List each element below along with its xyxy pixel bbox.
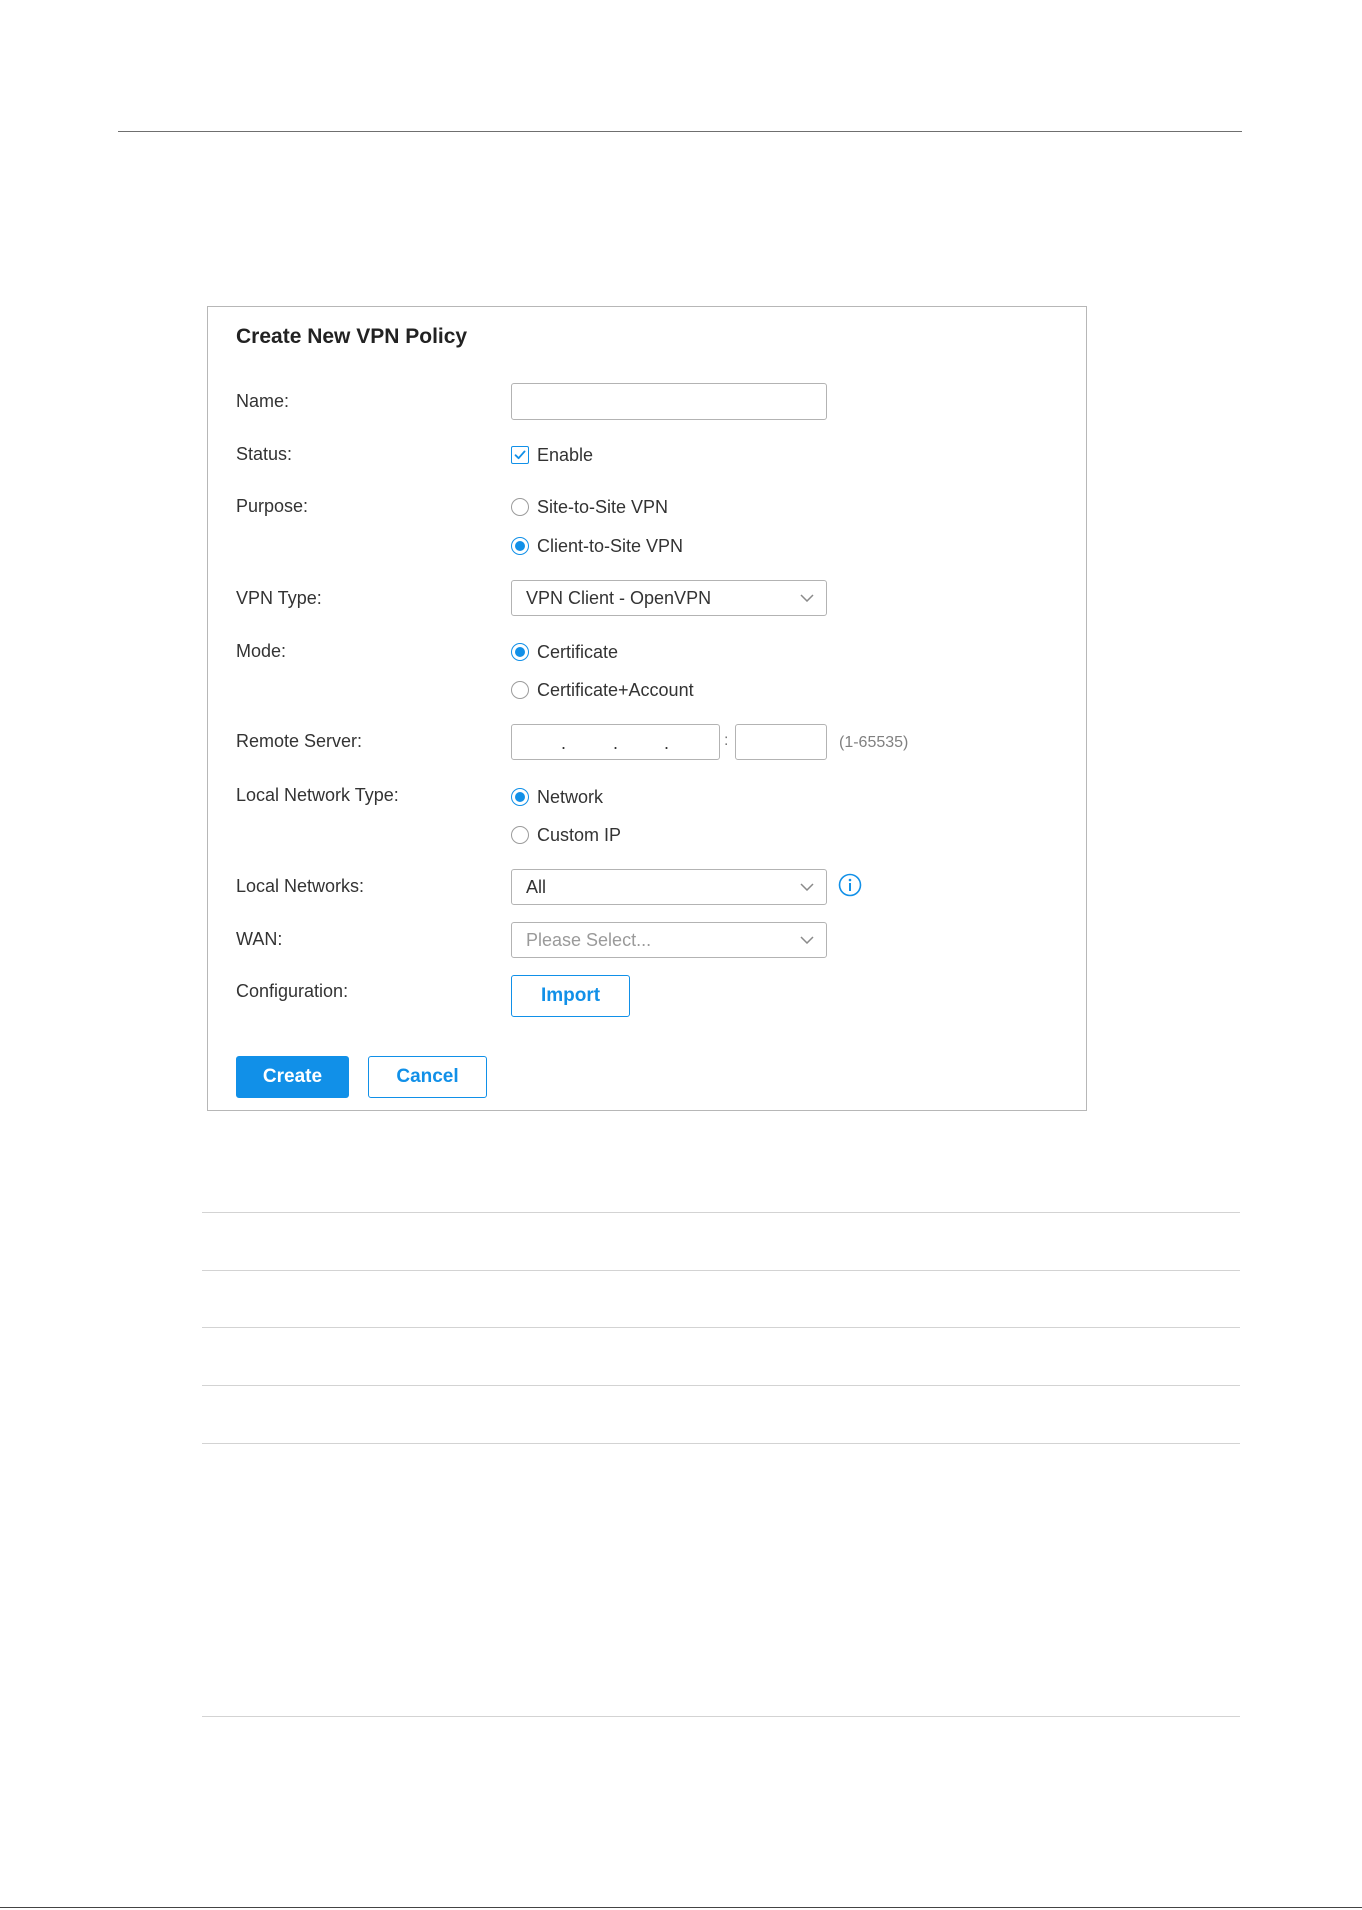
cancel-button[interactable]: Cancel bbox=[368, 1056, 487, 1098]
table-divider bbox=[202, 1385, 1240, 1386]
wan-placeholder: Please Select... bbox=[526, 930, 652, 950]
site-to-site-radio[interactable] bbox=[511, 498, 529, 516]
certificate-account-label: Certificate+Account bbox=[537, 679, 694, 700]
mode-certificate-option[interactable]: Certificate bbox=[511, 641, 618, 663]
purpose-client-to-site-option[interactable]: Client-to-Site VPN bbox=[511, 535, 683, 557]
chevron-down-icon bbox=[800, 936, 814, 944]
ip-separator: . bbox=[561, 733, 567, 753]
import-button[interactable]: Import bbox=[511, 975, 630, 1017]
port-separator: : bbox=[724, 732, 729, 749]
status-label: Status: bbox=[236, 444, 293, 464]
vpn-type-value: VPN Client - OpenVPN bbox=[526, 588, 712, 608]
dialog-title: Create New VPN Policy bbox=[236, 325, 468, 348]
vpn-type-select[interactable]: VPN Client - OpenVPN bbox=[511, 580, 827, 616]
purpose-label: Purpose: bbox=[236, 496, 309, 516]
table-divider bbox=[202, 1443, 1240, 1444]
top-divider bbox=[118, 131, 1242, 132]
network-label: Network bbox=[537, 786, 604, 807]
remote-server-label: Remote Server: bbox=[236, 731, 363, 751]
local-networks-select[interactable]: All bbox=[511, 869, 827, 905]
wan-label: WAN: bbox=[236, 929, 283, 949]
ip-separator: . bbox=[664, 733, 670, 753]
port-range-hint: (1-65535) bbox=[839, 734, 909, 751]
custom-ip-label: Custom IP bbox=[537, 824, 622, 845]
mode-certificate-account-option[interactable]: Certificate+Account bbox=[511, 679, 694, 701]
name-label: Name: bbox=[236, 391, 290, 411]
remote-server-ip-input[interactable]: . . . bbox=[511, 724, 720, 760]
check-icon bbox=[514, 450, 526, 460]
custom-ip-radio[interactable] bbox=[511, 826, 529, 844]
enable-label: Enable bbox=[537, 444, 594, 465]
wan-select[interactable]: Please Select... bbox=[511, 922, 827, 958]
purpose-site-to-site-option[interactable]: Site-to-Site VPN bbox=[511, 496, 668, 518]
table-divider bbox=[202, 1716, 1240, 1717]
table-divider bbox=[202, 1212, 1240, 1213]
page-bottom-edge bbox=[0, 1907, 1362, 1908]
local-network-type-network-option[interactable]: Network bbox=[511, 786, 603, 808]
vpn-type-label: VPN Type: bbox=[236, 588, 322, 608]
network-radio[interactable] bbox=[511, 788, 529, 806]
local-network-type-label: Local Network Type: bbox=[236, 785, 399, 805]
local-network-type-custom-ip-option[interactable]: Custom IP bbox=[511, 824, 621, 846]
certificate-radio[interactable] bbox=[511, 643, 529, 661]
ip-separator: . bbox=[613, 733, 619, 753]
client-to-site-radio[interactable] bbox=[511, 537, 529, 555]
name-input[interactable] bbox=[511, 383, 827, 420]
status-enable-option[interactable]: Enable bbox=[511, 444, 593, 466]
mode-label: Mode: bbox=[236, 641, 287, 661]
info-icon[interactable] bbox=[838, 873, 862, 897]
configuration-label: Configuration: bbox=[236, 981, 349, 1001]
table-divider bbox=[202, 1327, 1240, 1328]
create-button[interactable]: Create bbox=[236, 1056, 349, 1098]
table-divider bbox=[202, 1270, 1240, 1271]
local-networks-value: All bbox=[526, 877, 547, 897]
enable-checkbox[interactable] bbox=[511, 446, 529, 464]
certificate-account-radio[interactable] bbox=[511, 681, 529, 699]
remote-server-port-input[interactable] bbox=[735, 724, 827, 760]
certificate-label: Certificate bbox=[537, 641, 619, 662]
site-to-site-label: Site-to-Site VPN bbox=[537, 496, 669, 517]
client-to-site-label: Client-to-Site VPN bbox=[537, 535, 684, 556]
chevron-down-icon bbox=[800, 594, 814, 602]
local-networks-label: Local Networks: bbox=[236, 876, 365, 896]
chevron-down-icon bbox=[800, 883, 814, 891]
create-vpn-policy-dialog: Create New VPN Policy Name: Status: Enab… bbox=[207, 306, 1087, 1111]
